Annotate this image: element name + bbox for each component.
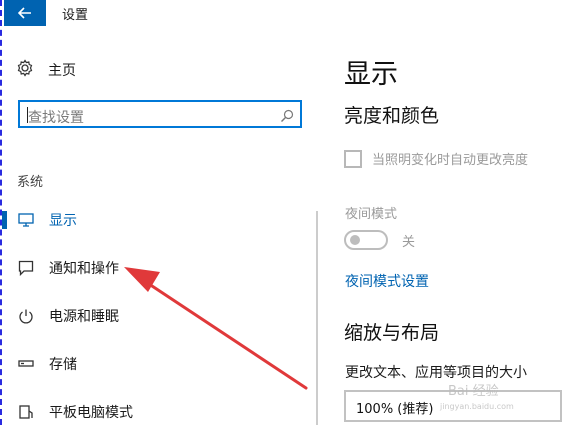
sidebar-item-label: 存储 [49,357,77,373]
back-button[interactable] [4,0,46,26]
text-size-value: 100% (推荐) [356,402,434,417]
sidebar-item-label: 通知和操作 [49,261,119,277]
section-heading-scale: 缩放与布局 [344,322,440,344]
title-bar: 设置 [2,0,568,26]
sidebar-item-label: 电源和睡眠 [49,309,119,325]
text-size-label: 更改文本、应用等项目的大小 [345,365,527,381]
active-indicator [2,211,7,229]
group-label-system: 系统 [17,175,44,190]
back-arrow-icon [18,7,31,19]
auto-brightness-label: 当照明变化时自动更改亮度 [372,153,529,168]
notification-icon [16,258,36,278]
watermark-url: jingyan.baidu.com [440,402,514,411]
search-placeholder: 查找设置 [28,110,84,126]
sidebar-item-storage[interactable]: 存储 [16,349,77,379]
auto-brightness-row[interactable]: 当照明变化时自动更改亮度 [344,149,528,168]
night-mode-label: 夜间模式 [345,207,398,222]
night-mode-toggle[interactable] [344,230,388,250]
watermark: Bai 经验 [448,384,499,399]
home-label: 主页 [48,63,76,79]
power-icon [16,306,36,326]
section-heading-brightness: 亮度和颜色 [344,105,440,127]
tablet-icon [16,402,36,422]
night-mode-state: 关 [402,234,416,250]
night-mode-settings-link[interactable]: 夜间模式设置 [345,271,429,291]
gear-icon [16,59,34,81]
storage-icon [16,354,36,374]
search-input[interactable]: 查找设置 [18,100,302,128]
window-title: 设置 [62,8,89,23]
sidebar-item-label: 平板电脑模式 [49,405,133,421]
sidebar-item-power[interactable]: 电源和睡眠 [16,301,119,331]
sidebar-item-notifications[interactable]: 通知和操作 [16,253,119,283]
monitor-icon [16,210,36,230]
night-mode-row[interactable]: 关 [344,230,415,250]
auto-brightness-checkbox[interactable] [344,149,362,168]
sidebar-item-label: 显示 [49,213,77,229]
home-nav-item[interactable]: 主页 [16,58,76,82]
search-icon[interactable] [280,108,294,127]
page-title: 显示 [344,59,398,90]
sidebar-item-display[interactable]: 显示 [16,205,77,235]
sidebar-item-tablet-mode[interactable]: 平板电脑模式 [16,397,133,427]
toggle-knob [350,235,360,245]
sidebar-scrollbar[interactable] [316,211,318,425]
